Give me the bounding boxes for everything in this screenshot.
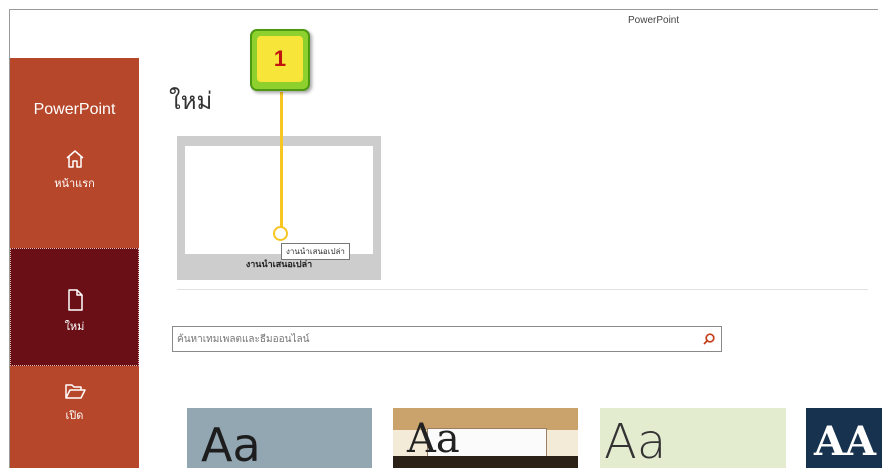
tile-label: งานนำเสนอเปล่า bbox=[245, 260, 313, 270]
theme-sample-text: Aa bbox=[201, 418, 261, 468]
home-icon bbox=[66, 150, 83, 168]
sidebar-item-home[interactable]: หน้าแรก bbox=[10, 148, 139, 258]
theme-sample-text: Aa bbox=[604, 414, 667, 468]
sidebar-item-new[interactable]: ใหม่ bbox=[10, 248, 139, 366]
theme-thumbnail[interactable]: AA bbox=[806, 408, 882, 468]
app-name: PowerPoint bbox=[33, 101, 116, 118]
theme-thumbnail[interactable]: Aa bbox=[600, 408, 786, 468]
theme-thumbnail[interactable]: Aa bbox=[187, 408, 372, 468]
template-search-box[interactable] bbox=[172, 326, 722, 352]
sidebar-item-open[interactable]: เปิด bbox=[10, 380, 139, 468]
title-bar bbox=[10, 10, 878, 58]
step-number: 1 bbox=[257, 36, 303, 82]
callout-target-dot bbox=[273, 226, 288, 241]
page-title: ใหม่ bbox=[169, 87, 213, 115]
blank-presentation-tile[interactable]: งานนำเสนอเปล่า bbox=[177, 136, 381, 280]
powerpoint-window: PowerPoint หน้าแรก ใหม่ เปิด PowerPoint bbox=[9, 9, 878, 468]
sidebar-item-label: เปิด bbox=[65, 409, 84, 422]
theme-sample-text: Aa bbox=[407, 416, 460, 462]
window-title: PowerPoint bbox=[628, 15, 680, 26]
search-input[interactable] bbox=[177, 329, 687, 349]
backstage-sidebar: PowerPoint หน้าแรก ใหม่ เปิด bbox=[10, 58, 139, 468]
step-callout-badge: 1 bbox=[250, 29, 310, 91]
search-icon[interactable] bbox=[702, 331, 716, 350]
sidebar-item-label: หน้าแรก bbox=[54, 177, 95, 190]
theme-sample-text: AA bbox=[814, 418, 877, 465]
theme-thumbnail[interactable]: Aa bbox=[393, 408, 578, 468]
divider bbox=[177, 289, 868, 290]
sidebar-item-label: ใหม่ bbox=[64, 320, 85, 333]
open-folder-icon bbox=[64, 384, 86, 399]
tooltip: งานนำเสนอเปล่า bbox=[281, 243, 350, 260]
callout-leader-line bbox=[280, 92, 283, 229]
new-document-icon bbox=[67, 289, 83, 311]
